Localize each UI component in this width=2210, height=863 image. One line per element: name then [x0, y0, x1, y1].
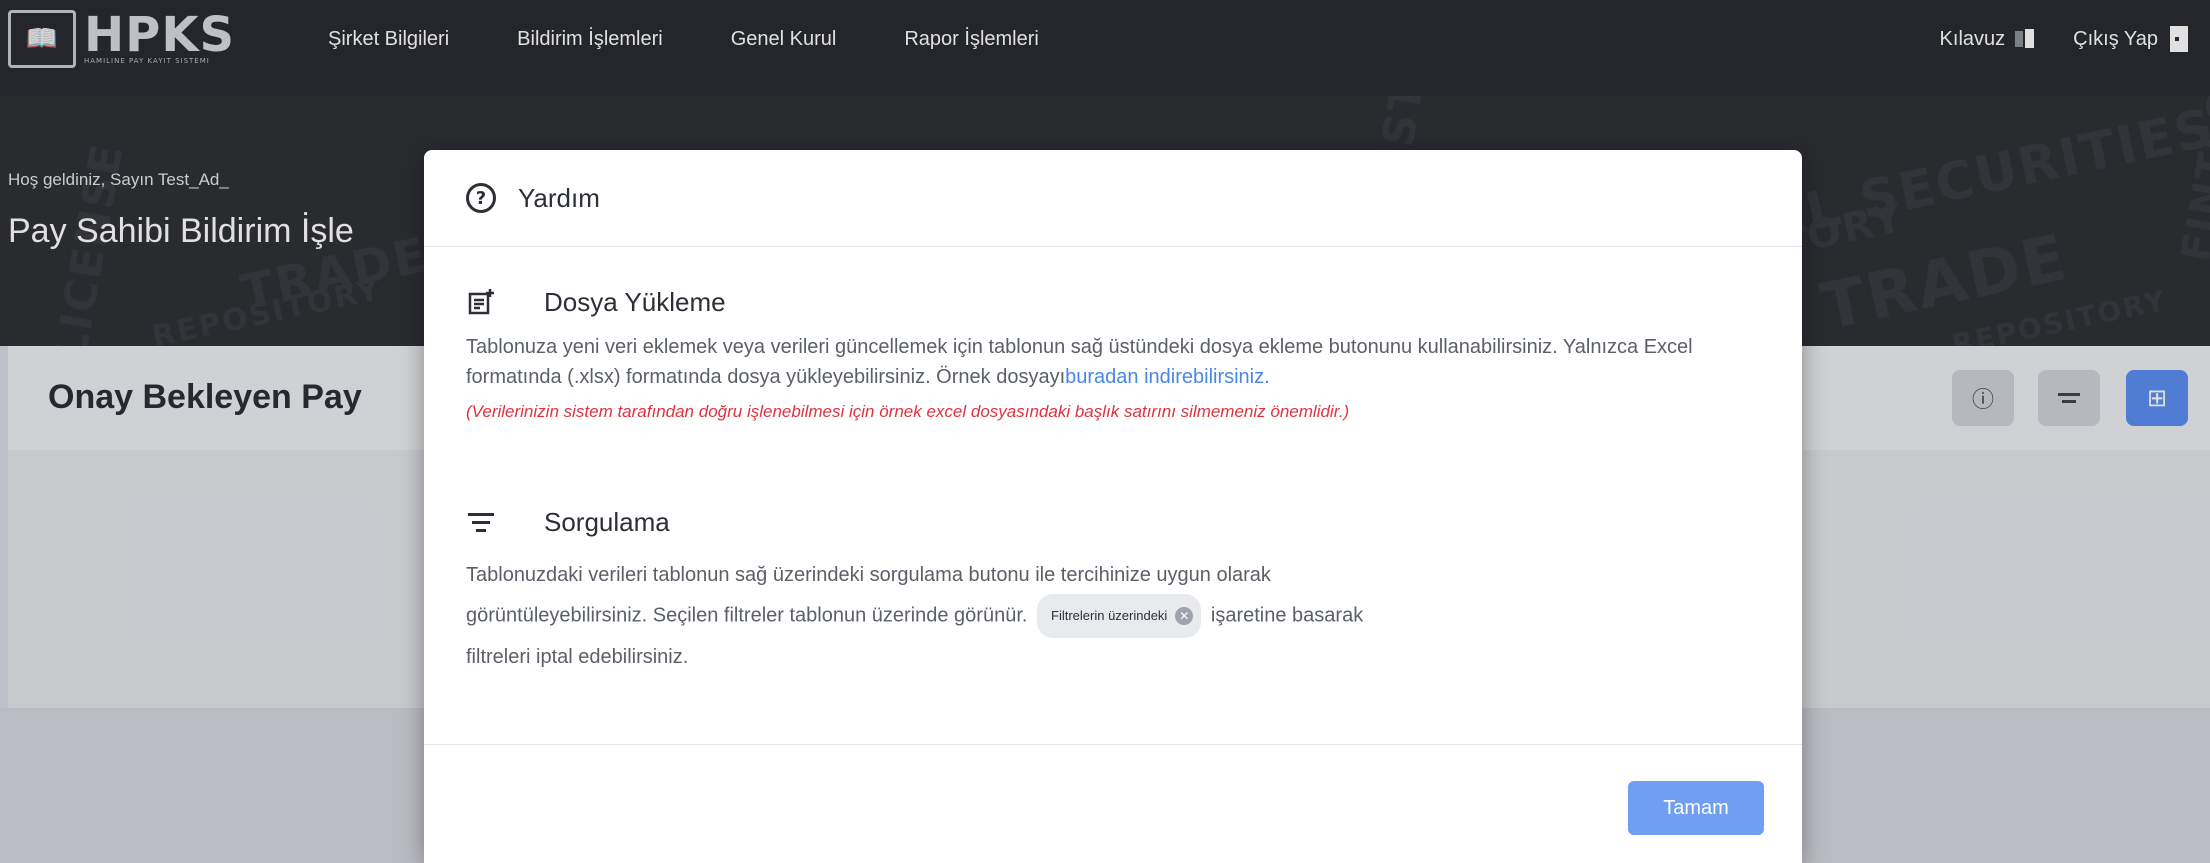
query-section-header: Sorgulama [466, 502, 1760, 542]
query-line-2-text: görüntüleyebilirsiniz. Seçilen filtreler… [466, 604, 1028, 627]
example-filter-chip: Filtrelerin üzerindeki ✕ [1037, 594, 1202, 638]
upload-warning: (Verilerinizin sistem tarafından doğru i… [466, 402, 1350, 421]
upload-section-title: Dosya Yükleme [544, 286, 726, 317]
query-section: Sorgulama Tablonuzdaki verileri tablonun… [466, 502, 1760, 676]
modal-title: Yardım [518, 182, 600, 213]
upload-section: Dosya Yükleme Tablonuza yeni veri ekleme… [466, 282, 1760, 422]
chip-label: Filtrelerin üzerindeki [1051, 608, 1168, 623]
query-line-1: Tablonuzdaki verileri tablonun sağ üzeri… [466, 564, 1271, 586]
post-add-icon [466, 287, 496, 317]
query-line-3: filtreleri iptal edebilirsiniz. [466, 646, 689, 668]
query-description: Tablonuzdaki verileri tablonun sağ üzeri… [466, 556, 1760, 676]
modal-header: ? Yardım [424, 150, 1802, 247]
query-line-2: görüntüleyebilirsiniz. Seçilen filtreler… [466, 594, 1760, 638]
upload-section-header: Dosya Yükleme [466, 282, 1760, 322]
upload-description: Tablonuza yeni veri eklemek veya veriler… [466, 332, 1760, 392]
question-circle-icon: ? [466, 183, 496, 213]
query-section-title: Sorgulama [544, 506, 670, 537]
help-modal: ? Yardım Dosya Yükleme Tablonuza yeni ve… [424, 150, 1802, 863]
close-circle-icon: ✕ [1175, 607, 1194, 625]
ok-button[interactable]: Tamam [1628, 781, 1764, 835]
filter-icon [466, 507, 496, 537]
modal-footer: Tamam [424, 744, 1802, 863]
sample-file-download-link[interactable]: buradan indirebilirsiniz. [1065, 366, 1270, 388]
query-line-2-after: işaretine basarak [1210, 604, 1364, 627]
